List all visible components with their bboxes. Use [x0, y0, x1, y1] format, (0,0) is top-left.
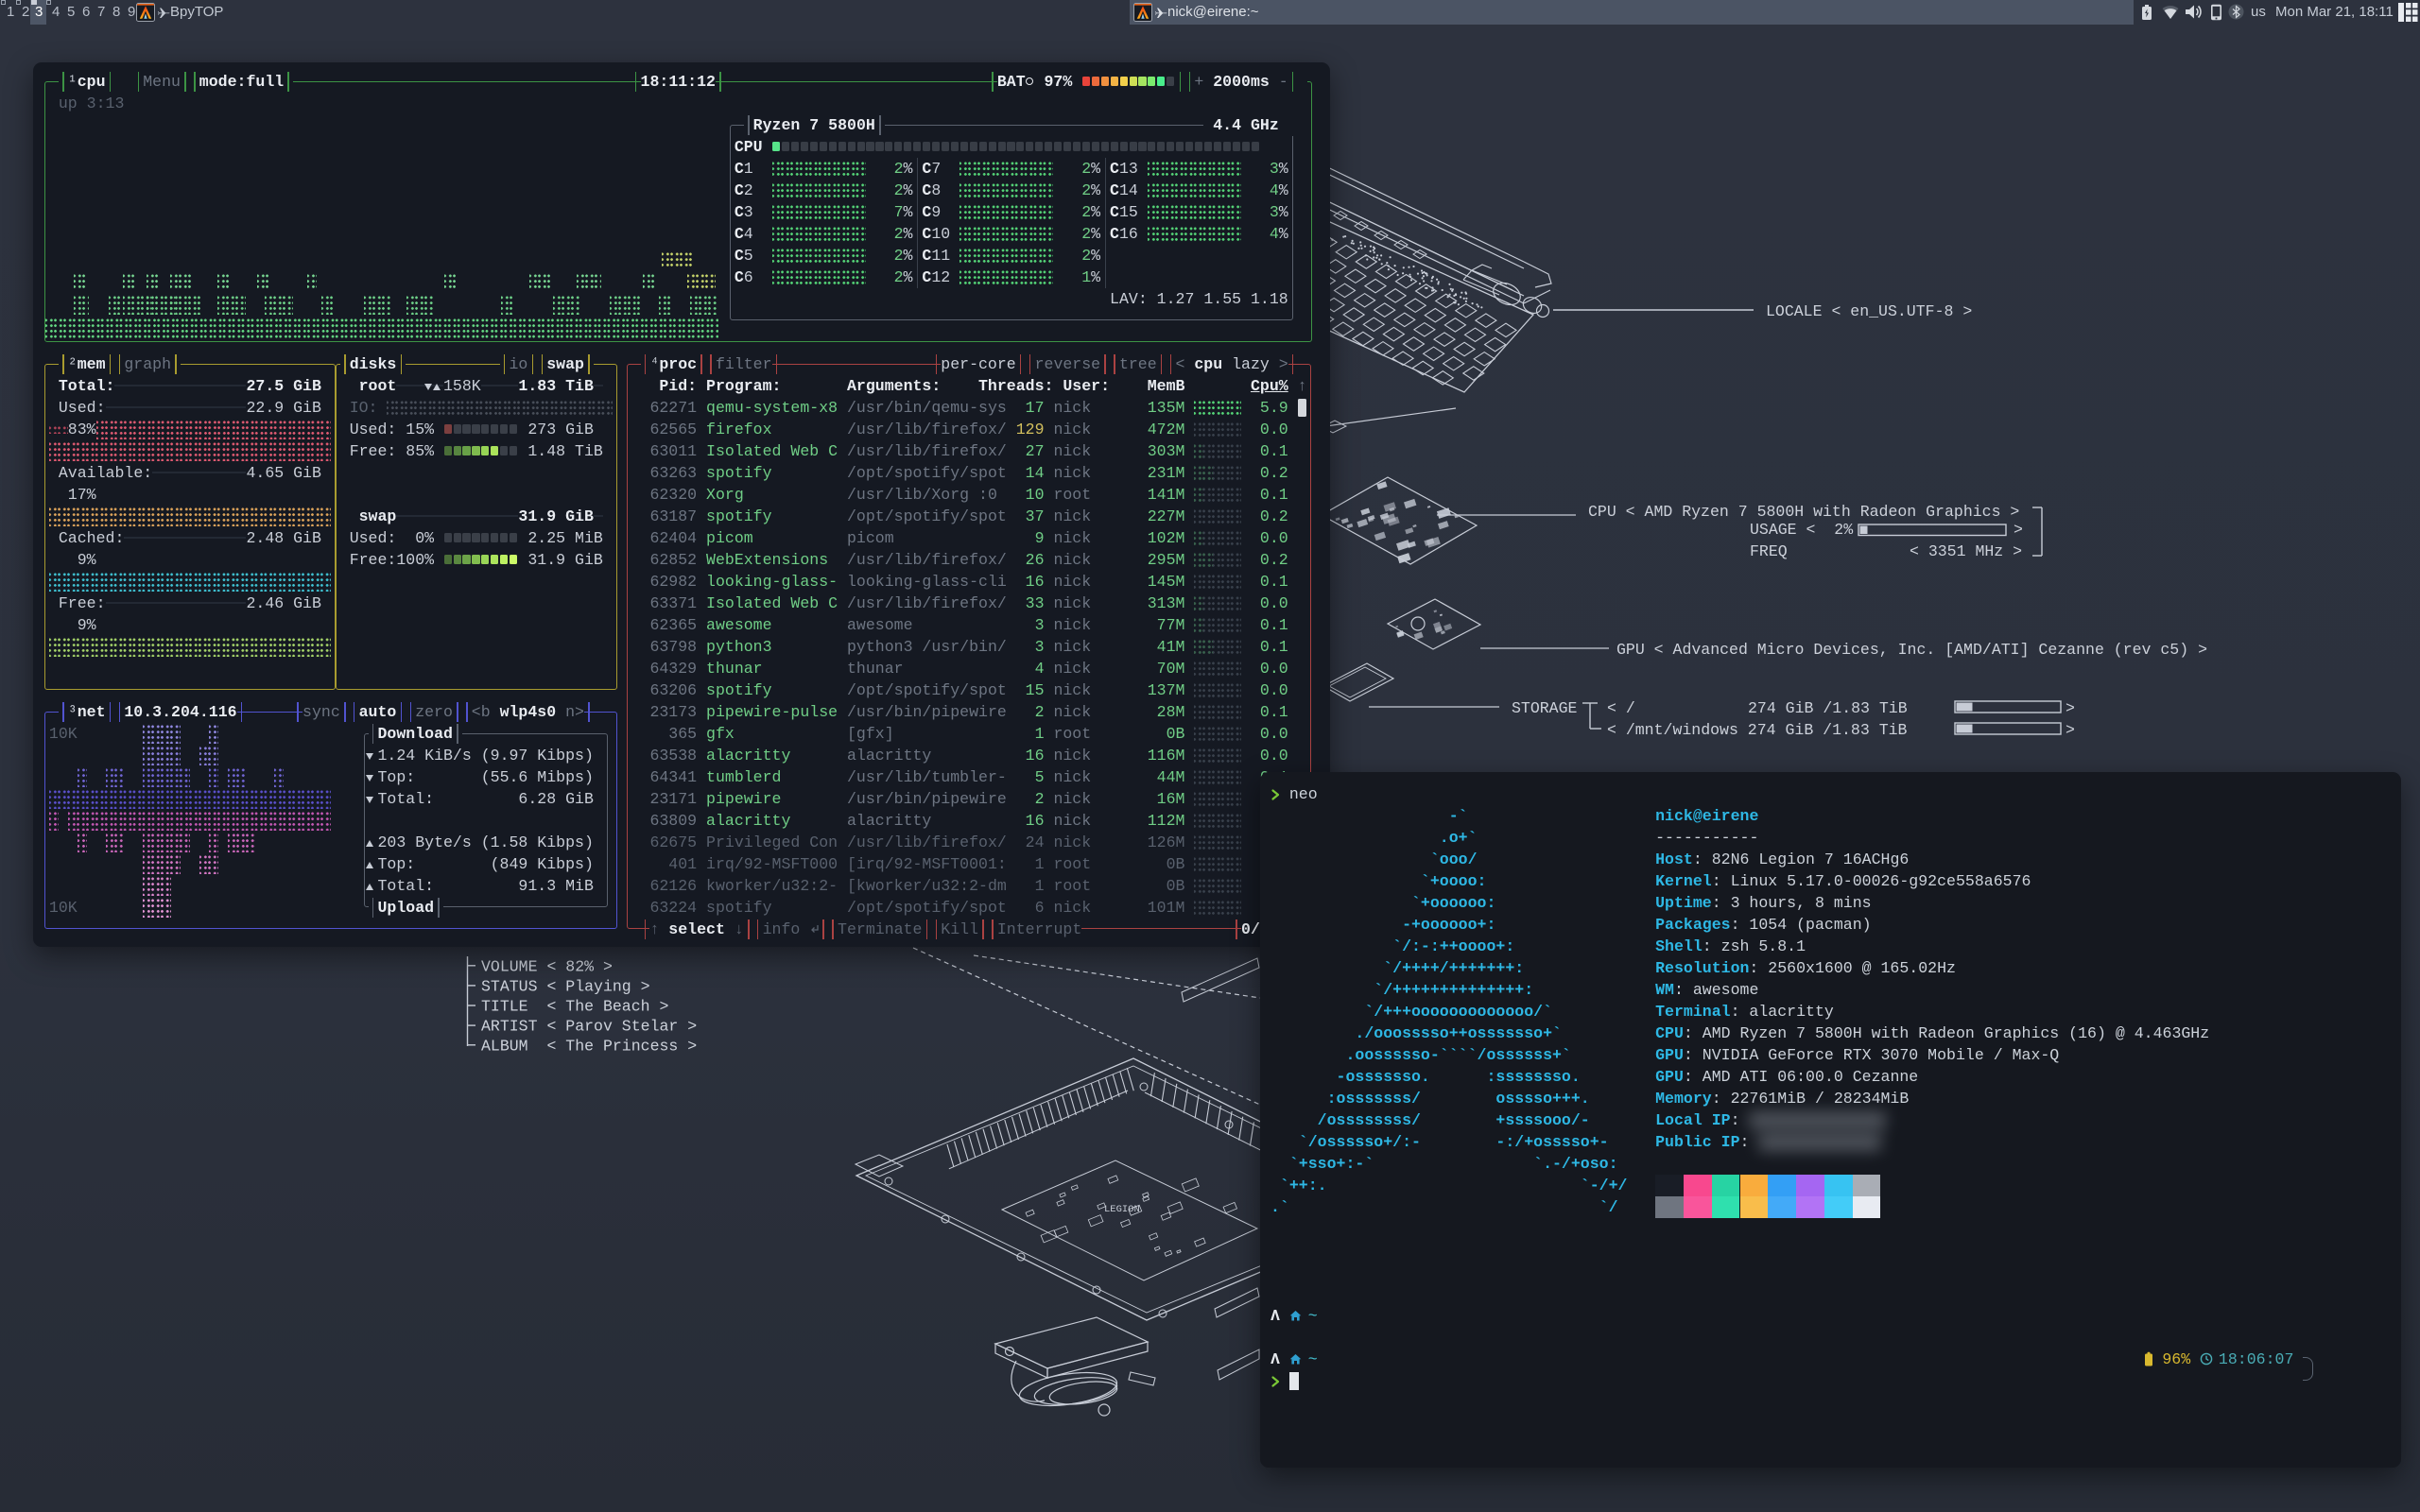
svg-text:USAGE < 2%: USAGE < 2% — [1750, 521, 1853, 539]
svg-text:LEGION: LEGION — [1104, 1204, 1140, 1215]
svg-text:FREQ: FREQ — [1750, 542, 1788, 560]
svg-text:TITLE < The Beach >: TITLE < The Beach > — [481, 998, 668, 1016]
svg-text:STATUS < Playing >: STATUS < Playing > — [481, 977, 650, 995]
svg-text:< /mnt/windows 274 GiB /1.83 T: < /mnt/windows 274 GiB /1.83 TiB — [1607, 721, 1908, 739]
svg-text:GPU < Advanced Micro Devices,: GPU < Advanced Micro Devices, Inc. [AMD/… — [1616, 641, 2207, 659]
svg-text:LOCALE < en_US.UTF-8 >: LOCALE < en_US.UTF-8 > — [1766, 302, 1972, 320]
svg-text:CPU < AMD Ryzen 7 5800H with R: CPU < AMD Ryzen 7 5800H with Radeon Grap… — [1588, 503, 2019, 521]
svg-text:>: > — [2014, 521, 2023, 539]
svg-text:ARTIST < Parov Stelar >: ARTIST < Parov Stelar > — [481, 1018, 697, 1036]
svg-text:274 GiB /1.83 TiB: 274 GiB /1.83 TiB — [1748, 699, 1908, 717]
svg-text:>: > — [2066, 699, 2075, 717]
svg-text:STORAGE: STORAGE — [1512, 699, 1578, 717]
svg-text:ALBUM < The Princess >: ALBUM < The Princess > — [481, 1037, 697, 1055]
svg-text:>: > — [2066, 721, 2075, 739]
svg-text:VOLUME < 82% >: VOLUME < 82% > — [481, 957, 613, 975]
svg-text:< /: < / — [1607, 699, 1635, 717]
svg-text:< 3351 MHz >: < 3351 MHz > — [1910, 542, 2022, 560]
